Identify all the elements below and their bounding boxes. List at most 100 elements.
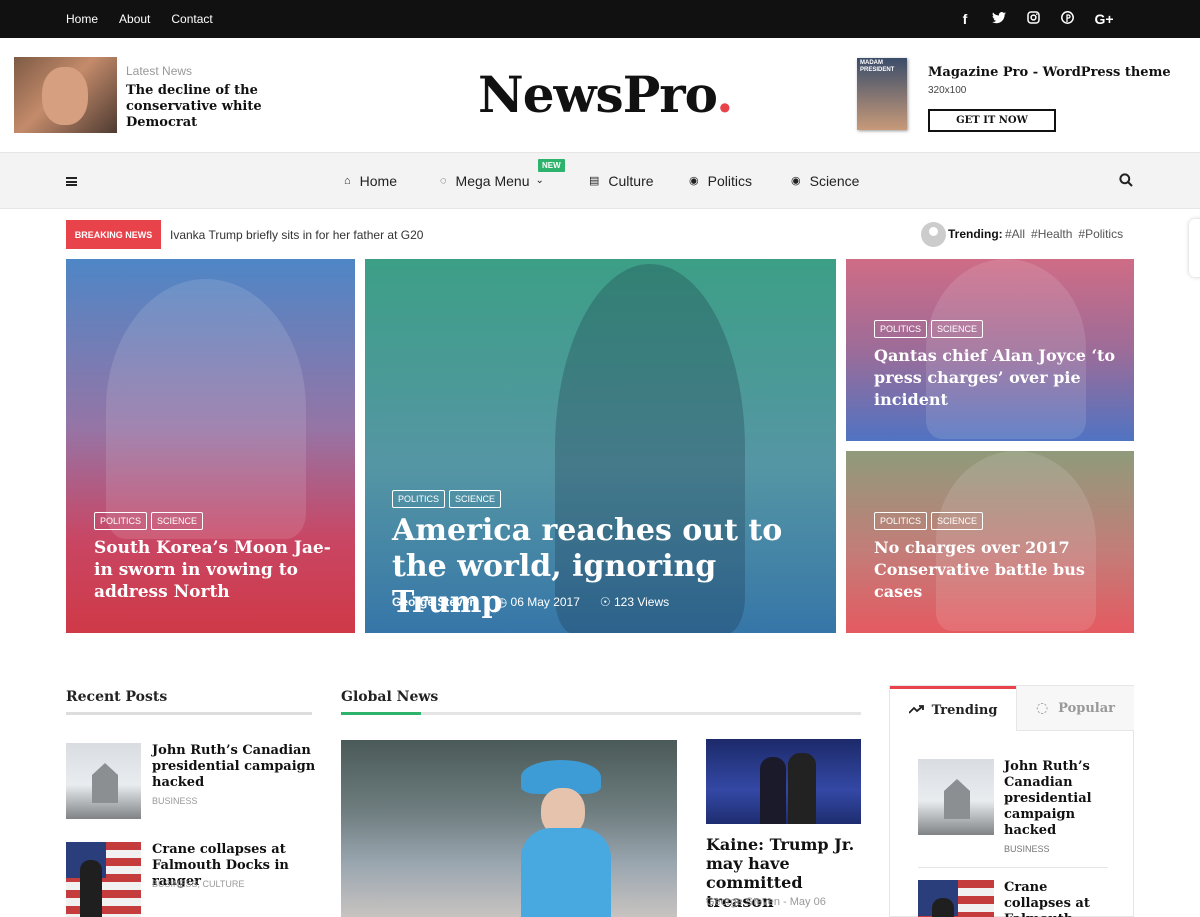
trending-tag-all[interactable]: #All (1005, 227, 1025, 241)
hero-card-featured[interactable]: POLITICS SCIENCE America reaches out to … (365, 259, 836, 633)
top-nav-contact[interactable]: Contact (171, 12, 212, 26)
tag-science[interactable]: SCIENCE (931, 512, 984, 530)
clock-icon: ◷ (496, 595, 511, 609)
global-news-side-image[interactable] (706, 739, 861, 824)
search-icon[interactable] (1119, 173, 1133, 187)
site-header: Latest News The decline of the conservat… (0, 38, 1200, 152)
post-category[interactable]: BUSINESS (1004, 844, 1050, 854)
nav-item-label: Home (359, 172, 398, 189)
tag-politics[interactable]: POLITICS (94, 512, 148, 530)
new-badge: NEW (538, 159, 565, 172)
fire-icon: ◌ (1035, 700, 1049, 716)
post-thumbnail[interactable] (66, 743, 141, 819)
site-logo[interactable]: NewsPro. (478, 65, 734, 124)
breaking-news-headline[interactable]: Ivanka Trump briefly sits in for her fat… (170, 228, 423, 242)
hero-card-4[interactable]: POLITICS SCIENCE No charges over 2017 Co… (846, 451, 1134, 633)
bank-icon: ▤ (589, 175, 600, 187)
logo-text: NewsPro (478, 65, 717, 124)
post-author[interactable]: George Steven (392, 595, 477, 609)
post-date: ◷ 06 May 2017 (496, 595, 580, 609)
trending-tags: #All #Health #Politics (1005, 227, 1123, 241)
side-panel-toggle[interactable] (1189, 219, 1200, 277)
list-item[interactable]: Crane collapses at Falmouth Docks in ran… (918, 880, 1118, 917)
globe-icon: ◉ (791, 175, 801, 187)
trending-up-icon (907, 703, 924, 718)
card-tags: POLITICS SCIENCE (874, 320, 984, 338)
avatar (921, 222, 946, 247)
latest-news-title[interactable]: The decline of the conservative white De… (126, 83, 276, 131)
nav-item-mega-menu[interactable]: ◌ Mega Menu ⌄ (440, 153, 544, 208)
tab-popular[interactable]: ◌ Popular (1016, 686, 1134, 731)
tag-politics[interactable]: POLITICS (874, 512, 928, 530)
post-category[interactable]: BUSINESS, CULTURE (152, 879, 244, 889)
hero-card-3[interactable]: POLITICS SCIENCE Qantas chief Alan Joyce… (846, 259, 1134, 441)
top-nav-about[interactable]: About (119, 12, 150, 26)
instagram-icon[interactable] (1025, 11, 1041, 27)
hero-card-title[interactable]: Qantas chief Alan Joyce ‘to press charge… (874, 345, 1119, 411)
post-title[interactable]: John Ruth’s Canadian presidential campai… (1004, 759, 1114, 839)
main-nav: ⌂ Home ◌ Mega Menu ⌄ NEW ▤ Culture ◉ Pol… (0, 152, 1200, 209)
ad-magazine-cover[interactable]: MADAM PRESIDENT (857, 58, 907, 130)
ad-cover-text: MADAM PRESIDENT (860, 60, 895, 73)
trending-popular-widget: Trending ◌ Popular John Ruth’s Canadian … (889, 685, 1134, 917)
latest-news-thumbnail[interactable] (14, 57, 117, 133)
chevron-down-icon: ⌄ (535, 175, 544, 186)
twitter-icon[interactable] (991, 11, 1007, 27)
tag-science[interactable]: SCIENCE (151, 512, 204, 530)
post-thumbnail[interactable] (918, 759, 994, 835)
tag-politics[interactable]: POLITICS (874, 320, 928, 338)
global-news-side-meta: George Steven - May 06 (706, 896, 826, 908)
hamburger-menu-icon[interactable] (66, 177, 77, 186)
nav-item-politics[interactable]: ◉ Politics (689, 153, 752, 208)
ad-get-it-now-button[interactable]: GET IT NOW (928, 109, 1056, 132)
globe-icon: ◉ (689, 175, 699, 187)
facebook-icon[interactable]: f (957, 11, 973, 27)
top-nav-home[interactable]: Home (66, 12, 98, 26)
nav-item-culture[interactable]: ▤ Culture (589, 153, 654, 208)
global-news-heading: Global News (341, 689, 439, 705)
recent-posts-underline (66, 712, 312, 715)
post-thumbnail[interactable] (66, 842, 141, 917)
eye-icon: ☉ (599, 595, 614, 609)
trending-tag-health[interactable]: #Health (1031, 227, 1072, 241)
google-plus-icon[interactable]: G+ (1093, 11, 1115, 27)
list-item[interactable]: Crane collapses at Falmouth Docks in ran… (66, 842, 312, 917)
tag-politics[interactable]: POLITICS (392, 490, 446, 508)
post-thumbnail[interactable] (918, 880, 994, 917)
top-bar: Home About Contact f G+ (0, 0, 1200, 38)
hero-card-title[interactable]: No charges over 2017 Conservative battle… (874, 537, 1119, 603)
nav-item-label: Politics (707, 172, 752, 189)
post-title[interactable]: Crane collapses at Falmouth Docks in ran… (1004, 880, 1114, 917)
tab-trending[interactable]: Trending (890, 686, 1016, 731)
hero-card-1[interactable]: POLITICS SCIENCE South Korea’s Moon Jae-… (66, 259, 355, 633)
trending-tag-politics[interactable]: #Politics (1078, 227, 1123, 241)
global-news-underline (341, 712, 861, 715)
nav-item-label: Science (809, 172, 860, 189)
post-meta: George Steven ◷ 06 May 2017 ☉ 123 Views (392, 595, 669, 609)
post-title[interactable]: John Ruth’s Canadian presidential campai… (152, 743, 322, 791)
tag-science[interactable]: SCIENCE (931, 320, 984, 338)
post-views: ☉ 123 Views (599, 595, 670, 609)
tag-science[interactable]: SCIENCE (449, 490, 502, 508)
ad-size: 320x100 (928, 85, 967, 96)
recent-posts-heading: Recent Posts (66, 689, 168, 705)
list-item[interactable]: John Ruth’s Canadian presidential campai… (918, 759, 1118, 859)
nav-item-home[interactable]: ⌂ Home (344, 153, 397, 208)
global-news-featured-image[interactable] (341, 740, 677, 917)
pinterest-icon[interactable] (1059, 11, 1075, 27)
top-nav: Home About Contact (66, 0, 234, 38)
trending-label: Trending: (948, 227, 1003, 241)
nav-item-science[interactable]: ◉ Science (791, 153, 859, 208)
card-tags: POLITICS SCIENCE (874, 512, 984, 530)
card-tags: POLITICS SCIENCE (94, 512, 204, 530)
post-category[interactable]: BUSINESS (152, 796, 198, 806)
list-item[interactable]: John Ruth’s Canadian presidential campai… (66, 743, 315, 823)
ad-title: Magazine Pro - WordPress theme (928, 65, 1171, 80)
nav-item-label: Mega Menu (455, 172, 530, 189)
hero-card-title[interactable]: South Korea’s Moon Jae-in sworn in vowin… (94, 537, 339, 603)
latest-news-label: Latest News (126, 64, 193, 78)
social-links: f G+ (957, 0, 1115, 38)
nav-item-label: Culture (608, 172, 654, 189)
divider (918, 867, 1108, 868)
home-icon: ⌂ (344, 174, 351, 187)
